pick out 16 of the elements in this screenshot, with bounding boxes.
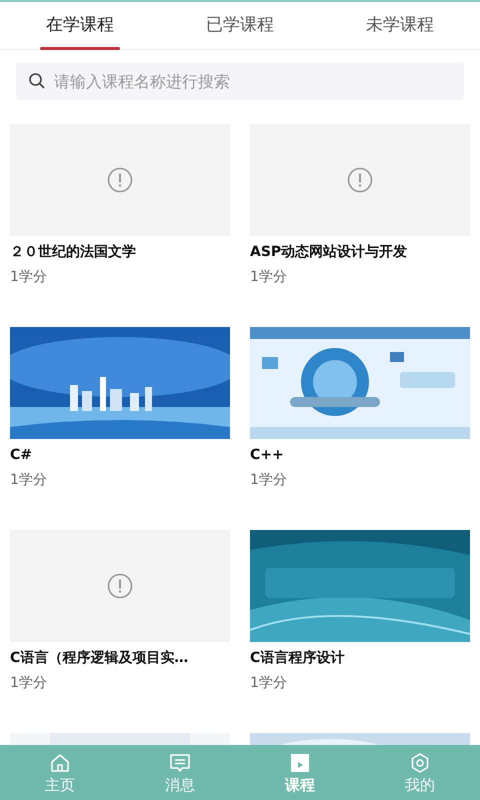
course-title[interactable]: C语言（程序逻辑及项目实… <box>10 648 230 669</box>
credit-label: 1学分 <box>10 268 47 287</box>
course-title[interactable]: C语言程序设计 <box>250 648 470 669</box>
credit-label: 1学分 <box>250 471 287 490</box>
course-title[interactable]: C# <box>10 445 230 466</box>
credit-label: 1学分 <box>250 674 287 693</box>
tab[interactable]: 未学课程 <box>320 2 480 49</box>
tab[interactable]: 在学课程 <box>0 2 160 49</box>
course-title[interactable]: ２０世纪的法国文学 <box>10 242 230 263</box>
course-title[interactable]: C++ <box>250 445 470 466</box>
course-title[interactable]: ASP动态网站设计与开发 <box>250 242 470 263</box>
tab[interactable]: 已学课程 <box>160 2 320 49</box>
credit-label: 1学分 <box>250 268 287 287</box>
credit-label: 1学分 <box>10 471 47 490</box>
search-field[interactable]: 请输入课程名称进行搜索 <box>16 62 464 100</box>
credit-label: 1学分 <box>10 674 47 693</box>
